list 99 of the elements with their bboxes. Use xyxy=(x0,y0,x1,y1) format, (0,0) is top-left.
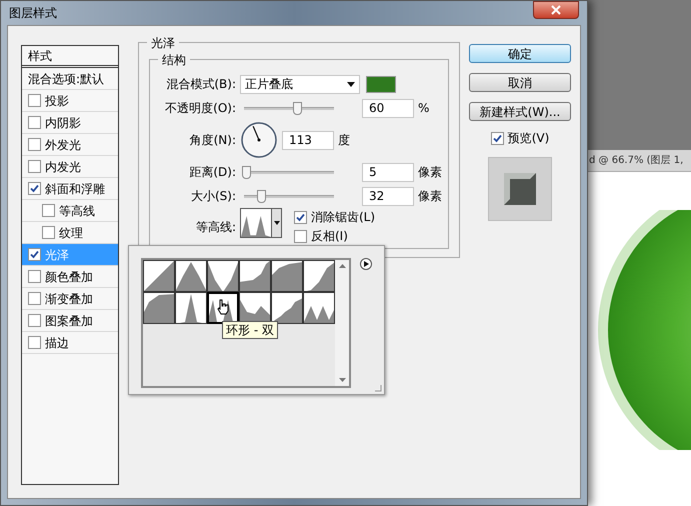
style-name: 纹理 xyxy=(59,224,83,242)
slider-thumb[interactable] xyxy=(242,166,251,178)
style-list-item[interactable]: 投影 xyxy=(22,90,118,112)
checkbox[interactable] xyxy=(28,270,41,283)
style-list-item[interactable]: 混合选项:默认 xyxy=(22,68,118,90)
style-list-item[interactable]: 等高线 xyxy=(22,200,118,222)
checkbox[interactable] xyxy=(28,160,41,173)
close-icon xyxy=(551,5,561,15)
style-list-item[interactable]: 图案叠加 xyxy=(22,310,118,332)
checkmark-icon xyxy=(492,134,502,142)
style-list-item[interactable]: 斜面和浮雕 xyxy=(22,178,118,200)
checkbox-label: 预览(V) xyxy=(508,130,550,147)
number-field[interactable]: 5 xyxy=(362,162,414,182)
contour-preset[interactable] xyxy=(303,260,335,292)
checkbox[interactable] xyxy=(28,248,41,261)
field-label: 不透明度(O): xyxy=(164,100,237,117)
style-list-item[interactable]: 内发光 xyxy=(22,156,118,178)
style-name: 渐变叠加 xyxy=(45,290,93,308)
checkbox[interactable] xyxy=(28,292,41,305)
style-name: 外发光 xyxy=(45,136,81,154)
contour-preset[interactable] xyxy=(207,260,239,292)
menu-arrow-button[interactable] xyxy=(360,258,372,270)
style-name: 颜色叠加 xyxy=(45,268,93,286)
checkmark-icon xyxy=(296,212,305,222)
unit-label: 像素 xyxy=(418,188,442,205)
style-name: 内阴影 xyxy=(45,114,81,132)
number-field[interactable]: 32 xyxy=(362,186,414,206)
contour-preset[interactable] xyxy=(175,260,207,292)
field-label: 等高线: xyxy=(194,219,237,236)
style-list-item[interactable]: 内阴影 xyxy=(22,112,118,134)
checkbox[interactable] xyxy=(42,204,55,217)
scroll-up-icon xyxy=(338,264,346,268)
checkmark-icon xyxy=(30,250,39,259)
checkbox[interactable] xyxy=(28,138,41,151)
field-label: 混合模式(B): xyxy=(165,76,237,93)
style-name: 混合选项:默认 xyxy=(28,70,104,88)
style-name: 斜面和浮雕 xyxy=(45,180,105,198)
style-list-item[interactable]: 颜色叠加 xyxy=(22,266,118,288)
angle-dial[interactable] xyxy=(240,121,278,159)
checkbox[interactable] xyxy=(28,116,41,129)
contour-preset[interactable] xyxy=(175,292,207,324)
style-list-item[interactable]: 外发光 xyxy=(22,134,118,156)
style-list-item[interactable]: 渐变叠加 xyxy=(22,288,118,310)
blend-mode-dropdown[interactable]: 正片叠底 xyxy=(240,74,360,94)
checkbox[interactable] xyxy=(28,94,41,107)
color-swatch[interactable] xyxy=(366,76,396,92)
field-label: 大小(S): xyxy=(190,188,237,205)
style-name: 描边 xyxy=(45,334,69,352)
style-name: 图案叠加 xyxy=(45,312,93,330)
contour-preset[interactable] xyxy=(271,292,303,324)
style-name: 内发光 xyxy=(45,158,81,176)
dialog-button[interactable]: 新建样式(W)... xyxy=(469,102,571,121)
checkbox[interactable] xyxy=(490,132,504,144)
dialog-button[interactable]: 取消 xyxy=(469,73,571,92)
play-icon xyxy=(364,261,368,267)
checkbox-label: 反相(I) xyxy=(311,228,348,245)
contour-preset[interactable] xyxy=(271,260,303,292)
checkbox-label: 消除锯齿(L) xyxy=(311,209,376,226)
hand-cursor-icon xyxy=(217,299,229,315)
checkbox[interactable] xyxy=(28,314,41,327)
field-label: 角度(N): xyxy=(188,132,237,149)
window-title: 图层样式 xyxy=(9,5,57,22)
checkbox[interactable] xyxy=(42,226,55,239)
number-field[interactable]: 60 xyxy=(362,98,414,118)
checkmark-icon xyxy=(30,184,39,193)
document-tab[interactable]: d @ 66.7% (图层 1, xyxy=(586,150,691,172)
dropdown-arrow-icon xyxy=(274,221,280,225)
slider-thumb[interactable] xyxy=(293,102,302,114)
contour-preset[interactable] xyxy=(143,292,175,324)
contour-preset[interactable] xyxy=(239,260,271,292)
unit-label: 度 xyxy=(338,132,350,149)
slider-thumb[interactable] xyxy=(256,190,266,202)
resize-grip-icon xyxy=(374,384,382,392)
section-title: 光泽 xyxy=(147,34,179,52)
style-list-header: 样式 xyxy=(22,46,118,68)
style-name: 投影 xyxy=(45,92,69,110)
close-button[interactable] xyxy=(533,1,579,19)
number-field[interactable]: 113 xyxy=(282,130,334,150)
contour-preset[interactable] xyxy=(239,292,271,324)
style-name: 光泽 xyxy=(45,246,69,264)
dropdown-arrow-icon xyxy=(347,82,355,86)
unit-label: 像素 xyxy=(418,164,442,181)
field-label: 距离(D): xyxy=(188,164,237,181)
tooltip: 环形 - 双 xyxy=(222,321,278,339)
checkbox[interactable] xyxy=(28,336,41,349)
checkbox[interactable] xyxy=(294,230,307,242)
checkbox[interactable] xyxy=(28,182,41,195)
checkbox[interactable] xyxy=(294,210,307,224)
scrollbar[interactable] xyxy=(335,260,349,386)
style-name: 等高线 xyxy=(59,202,95,220)
contour-preset[interactable] xyxy=(143,260,175,292)
style-list-item[interactable]: 描边 xyxy=(22,332,118,354)
bevel-square-icon xyxy=(504,173,536,205)
scroll-down-icon xyxy=(338,378,346,382)
dialog-button[interactable]: 确定 xyxy=(469,44,571,63)
unit-label: % xyxy=(418,100,430,117)
contour-preset[interactable] xyxy=(303,292,335,324)
group-title: 结构 xyxy=(158,51,190,69)
contour-picker[interactable] xyxy=(240,208,282,238)
